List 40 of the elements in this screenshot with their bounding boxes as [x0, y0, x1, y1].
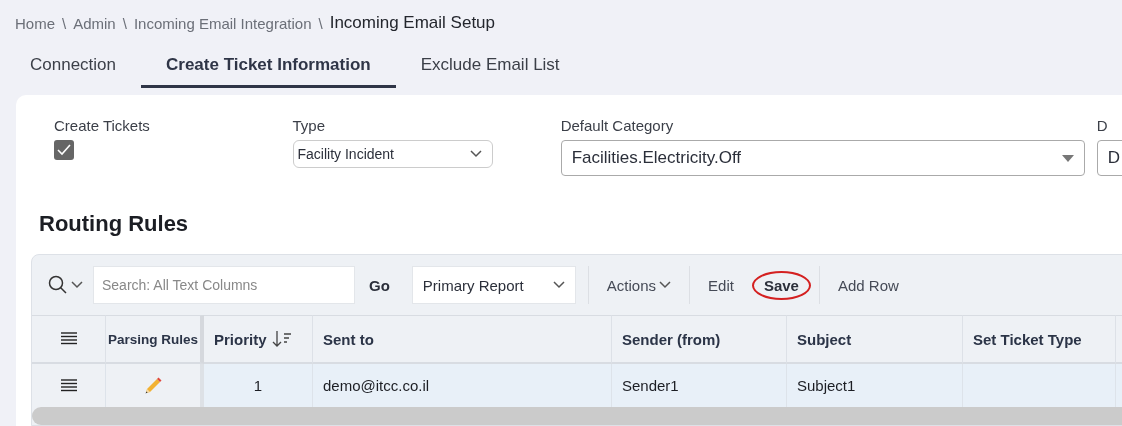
table-cell: Sender1 — [612, 364, 787, 407]
report-select[interactable]: Primary Report — [411, 266, 576, 304]
breadcrumb-separator: \ — [122, 14, 127, 32]
sort-ascending-icon — [271, 330, 292, 348]
chevron-down-icon — [71, 281, 83, 289]
toolbar-button[interactable]: Actions — [598, 270, 680, 300]
tab[interactable]: Exclude Email List — [406, 55, 574, 88]
category-select[interactable]: D — [1096, 140, 1122, 176]
breadcrumb-link[interactable]: Admin — [73, 14, 116, 32]
checkbox[interactable] — [54, 140, 74, 160]
chevron-down-icon — [469, 150, 482, 158]
toolbar-button[interactable]: Add Row — [829, 270, 907, 300]
breadcrumb-separator: \ — [62, 14, 67, 32]
chevron-down-icon — [659, 281, 672, 289]
horizontal-scrollbar[interactable] — [32, 407, 1122, 425]
field-label: D — [1096, 117, 1109, 134]
field-label: Default Category — [560, 117, 675, 134]
breadcrumb-separator: \ — [318, 14, 323, 32]
search-field[interactable]: Search: All Text Columns — [93, 266, 355, 304]
category-select[interactable]: Facilities.Electricity.Off — [560, 140, 1085, 176]
table-cell: demo@itcc.co.il — [313, 364, 612, 407]
menu-icon[interactable] — [60, 332, 77, 346]
breadcrumb-current: Incoming Email Setup — [329, 13, 496, 33]
tab[interactable]: Create Ticket Information — [141, 55, 396, 88]
search-icon[interactable] — [48, 275, 68, 295]
circled-toolbar-button[interactable]: Save — [751, 270, 811, 300]
breadcrumb-link[interactable]: Home — [15, 14, 55, 32]
field-label: Type — [292, 117, 327, 134]
dropdown-triangle-icon — [1061, 154, 1074, 162]
field-label: Create Tickets — [54, 117, 151, 134]
chevron-down-icon — [552, 281, 565, 289]
go-button[interactable]: Go — [355, 276, 404, 294]
breadcrumb-link[interactable]: Incoming Email Integration — [133, 14, 312, 32]
table-cell: Subject1 — [787, 364, 963, 407]
row-menu-icon[interactable] — [60, 378, 77, 393]
type-select[interactable]: Facility Incident — [292, 140, 493, 168]
section-heading: Routing Rules — [39, 211, 190, 238]
table-cell: 1 — [204, 364, 313, 407]
tab[interactable]: Connection — [16, 55, 130, 88]
toolbar-button[interactable]: Edit — [700, 270, 742, 300]
